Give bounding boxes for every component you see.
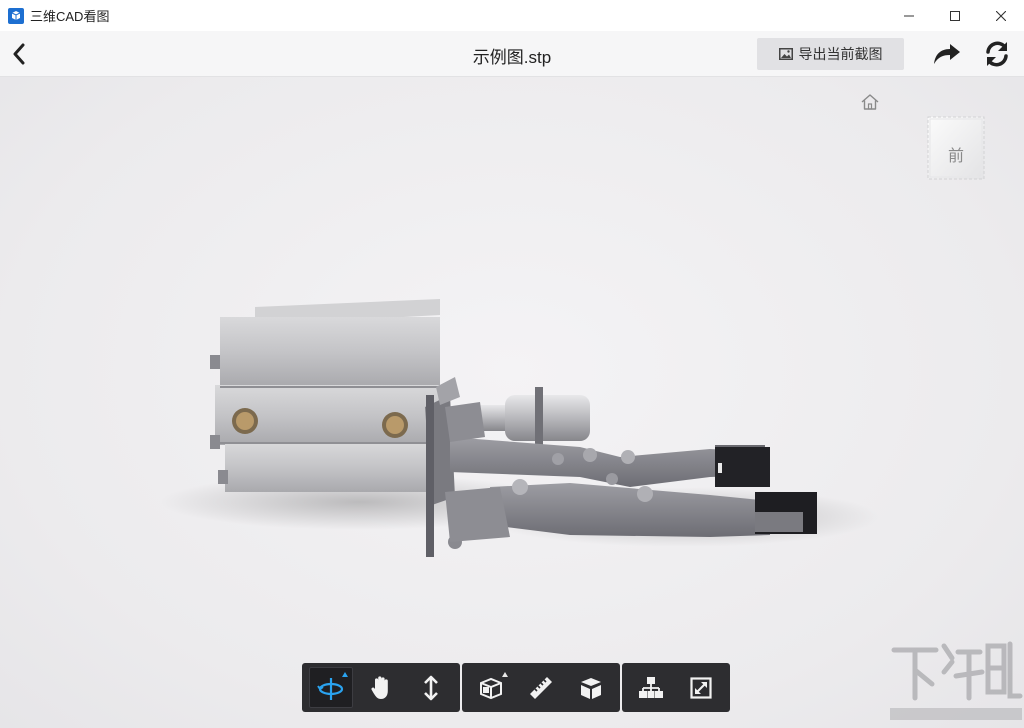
share-arrow-icon (934, 44, 960, 64)
share-button[interactable] (930, 39, 964, 69)
zoom-tool-button[interactable] (409, 667, 453, 708)
home-icon (861, 94, 879, 110)
pan-tool-button[interactable] (359, 667, 403, 708)
pan-hand-icon (371, 675, 388, 699)
maximize-icon (950, 10, 960, 21)
refresh-icon (986, 41, 1008, 67)
model-tree-icon (639, 676, 663, 698)
fullscreen-icon (690, 676, 712, 699)
export-label: 导出当前截图 (798, 46, 883, 62)
explode-tool-button[interactable] (569, 667, 613, 708)
window-titlebar: 三维CAD看图 (0, 0, 1024, 31)
app-header: 示例图.stp 导出当前截图 (0, 31, 1024, 77)
rotate-orbit-icon (317, 677, 344, 700)
view-cube[interactable]: 前 (924, 114, 988, 182)
app-logo-icon (8, 7, 24, 24)
section-menu-indicator (502, 672, 508, 677)
close-icon (996, 10, 1006, 21)
toolbar-navigation-group (302, 663, 460, 712)
section-tool-button[interactable] (469, 667, 513, 708)
close-button[interactable] (978, 0, 1024, 31)
image-icon (778, 48, 793, 60)
view-cube-face-label: 前 (947, 148, 964, 165)
toolbar-view-group (622, 663, 730, 712)
model-tree-button[interactable] (629, 667, 673, 708)
chevron-left-icon (13, 43, 25, 65)
refresh-button[interactable] (980, 38, 1014, 70)
explode-cube-icon (581, 677, 601, 699)
back-button[interactable] (6, 37, 32, 71)
rotate-menu-indicator (342, 672, 348, 677)
cad-model[interactable] (150, 287, 880, 557)
export-screenshot-button[interactable]: 导出当前截图 (757, 38, 904, 70)
minimize-icon (904, 15, 914, 16)
model-viewport[interactable]: 前 (0, 77, 1024, 728)
measure-tool-button[interactable] (519, 667, 563, 708)
fullscreen-button[interactable] (679, 667, 723, 708)
window-title: 三维CAD看图 (30, 9, 110, 24)
rotate-tool-button[interactable] (309, 667, 353, 708)
watermark-logo (890, 641, 1023, 720)
minimize-button[interactable] (886, 0, 932, 31)
section-box-icon (480, 677, 502, 699)
measure-ruler-icon (530, 676, 552, 699)
toolbar-analysis-group (462, 663, 620, 712)
zoom-vertical-icon (424, 675, 438, 700)
home-view-button[interactable] (858, 91, 882, 113)
maximize-button[interactable] (932, 0, 978, 31)
